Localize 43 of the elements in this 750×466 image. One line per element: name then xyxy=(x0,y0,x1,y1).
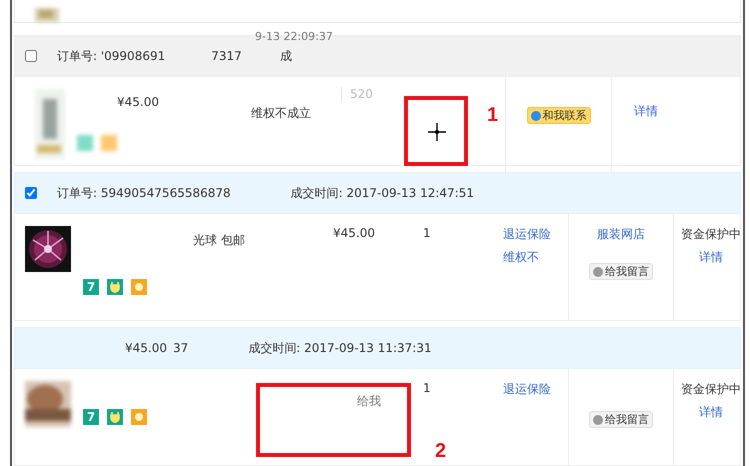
crosshair-icon xyxy=(428,123,446,141)
order-number: 订单号: 59490547565586878 xyxy=(57,184,231,202)
service-link[interactable]: 维权不 xyxy=(503,249,539,266)
order-status: 资金保护中 xyxy=(681,226,741,243)
item-quantity: 1 xyxy=(423,381,431,395)
service-link[interactable]: 退运保险 xyxy=(503,381,551,398)
seven-day-badge: 7 xyxy=(83,279,99,295)
highlight-frame xyxy=(404,96,468,166)
plug-icon xyxy=(107,279,123,295)
message-button[interactable]: 给我留言 xyxy=(589,411,653,428)
order-time: 9-13 22:09:37 xyxy=(255,30,333,43)
order-checkbox[interactable] xyxy=(25,50,37,62)
details-link[interactable]: 详情 xyxy=(699,404,723,421)
order-price: ¥45.00 xyxy=(125,341,167,355)
service-link[interactable]: 退运保险 xyxy=(503,226,551,243)
order-number: 37 xyxy=(173,341,188,355)
badge-icon xyxy=(101,135,117,151)
sun-icon xyxy=(131,279,147,295)
item-price: ¥45.00 xyxy=(117,95,159,109)
order-status: 资金保护中 xyxy=(681,381,741,398)
contact-button[interactable]: 和我联系 xyxy=(526,107,590,124)
order-checkbox[interactable] xyxy=(25,187,37,199)
seller-link[interactable]: 服装网店 xyxy=(597,226,645,243)
item-price: ¥45.00 xyxy=(333,226,375,240)
annotation-number: 1 xyxy=(487,104,498,127)
seven-day-badge: 7 xyxy=(83,409,99,425)
message-button[interactable]: 给我留言 xyxy=(589,263,653,280)
badge-icon xyxy=(77,135,93,151)
details-link[interactable]: 详情 xyxy=(634,103,658,120)
sun-icon xyxy=(131,409,147,425)
item-quantity: 1 xyxy=(423,226,431,240)
order-number: 7317 xyxy=(211,49,242,63)
service-status: 维权不成立 xyxy=(251,105,311,122)
order-time: 成 xyxy=(280,48,292,64)
order-time: 成交时间: 2017-09-13 11:37:31 xyxy=(248,340,432,356)
annotation-number: 2 xyxy=(435,440,446,463)
item-title: 光球 包邮 xyxy=(193,232,245,249)
item-note: 给我 xyxy=(357,393,381,410)
order-number: 订单号: '09908691 xyxy=(57,48,166,64)
order-time: 成交时间: 2017-09-13 12:47:51 xyxy=(290,184,474,202)
plug-icon xyxy=(107,409,123,425)
details-link[interactable]: 详情 xyxy=(699,249,723,266)
item-note: 520 xyxy=(341,87,373,101)
